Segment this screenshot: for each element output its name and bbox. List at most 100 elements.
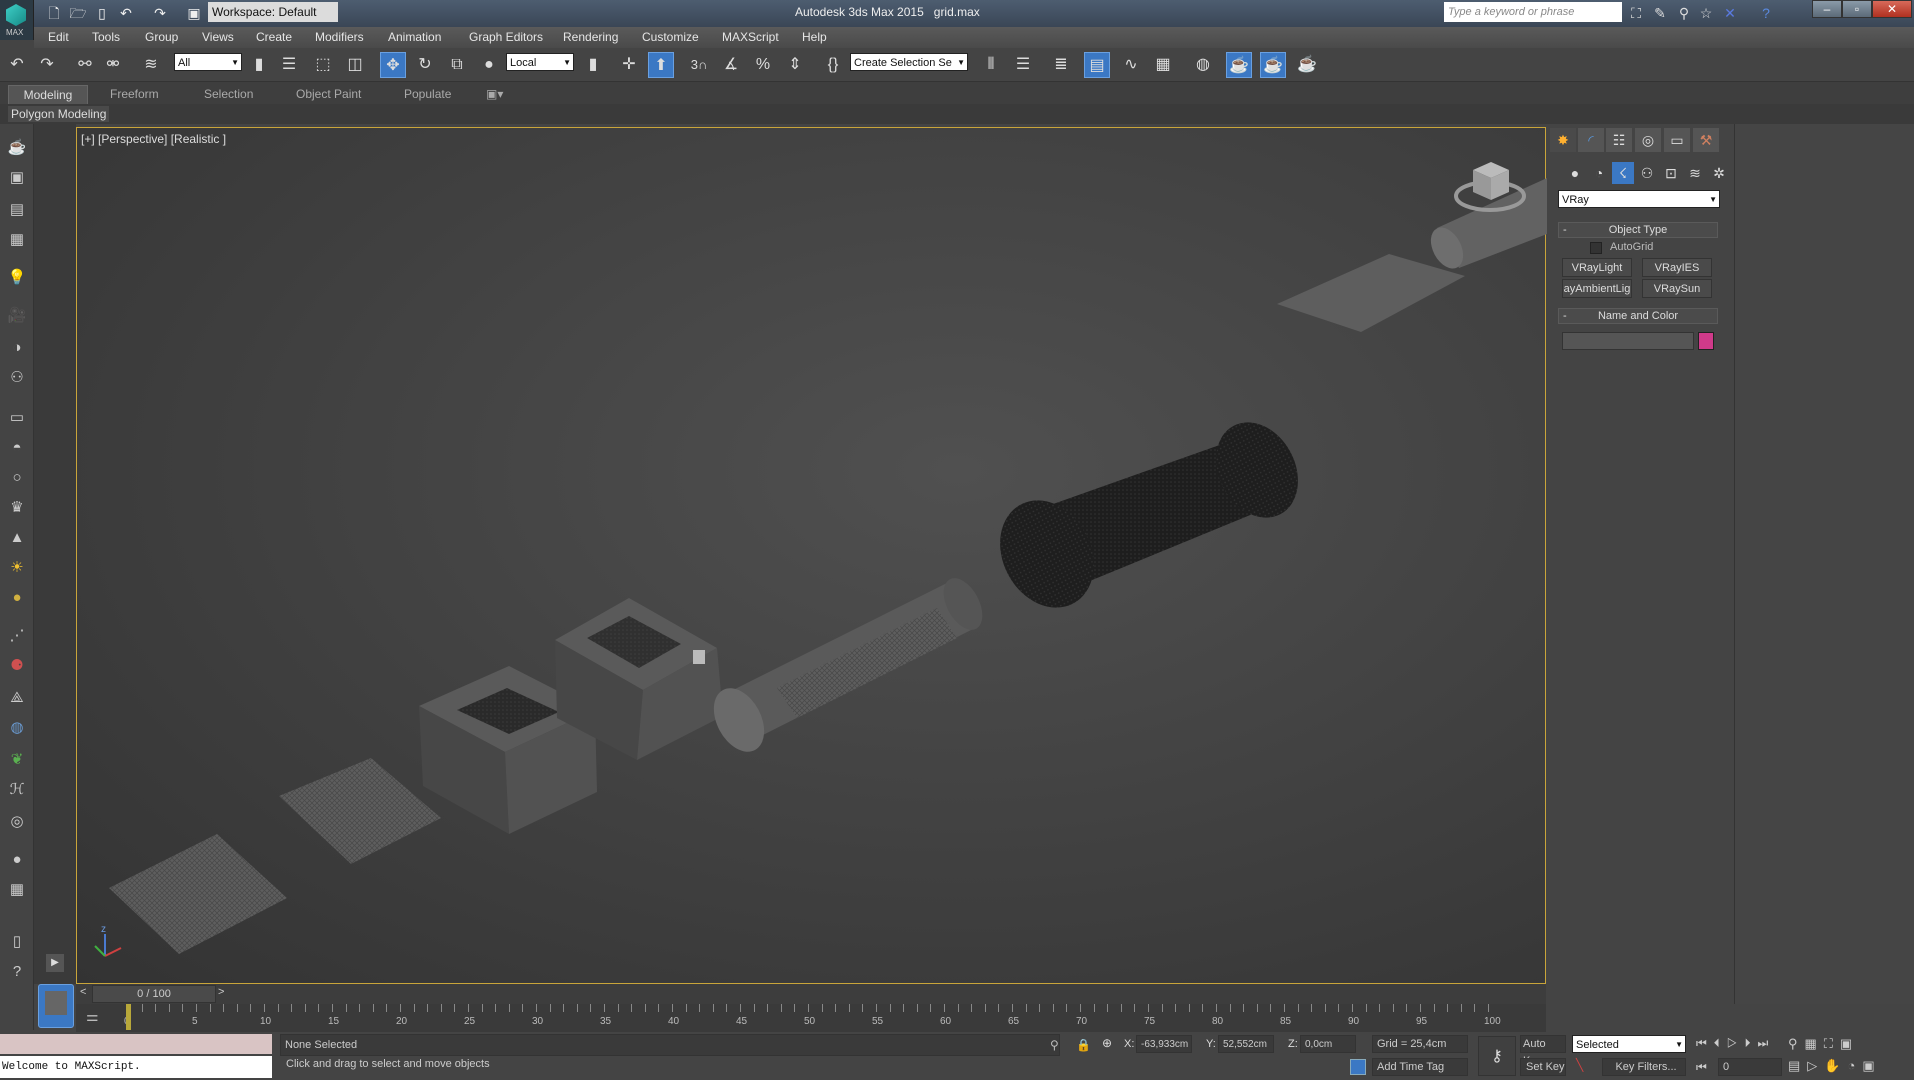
globe-icon[interactable]: ◍ xyxy=(4,716,30,740)
grid-table-icon[interactable]: ▦ xyxy=(4,228,30,252)
save-icon[interactable]: ▯ xyxy=(92,3,112,23)
sun-icon[interactable]: ☀ xyxy=(4,556,30,580)
communication-icon[interactable]: ⚲ xyxy=(1674,3,1694,23)
perspective-viewport[interactable]: [+] [Perspective] [Realistic ] z xyxy=(76,127,1547,984)
snaps-toggle-icon[interactable]: 3∩ xyxy=(686,52,712,78)
minimize-button[interactable]: – xyxy=(1812,0,1842,18)
plant-icon[interactable]: ❦ xyxy=(4,748,30,772)
add-time-tag-button[interactable]: Add Time Tag xyxy=(1372,1058,1468,1076)
menu-create[interactable]: Create xyxy=(256,30,292,44)
reference-coordinate-dropdown[interactable]: Local xyxy=(506,53,574,72)
render-production-icon[interactable]: ☕ xyxy=(1294,52,1320,78)
motion-tab-icon[interactable]: ◎ xyxy=(1635,128,1661,152)
helpers-icon[interactable]: ⊡ xyxy=(1660,162,1682,184)
lights-icon[interactable]: ☇ xyxy=(1612,162,1634,184)
sphere-light-icon[interactable]: ○ xyxy=(4,466,30,490)
viewport-navigation-controls[interactable]: ⚲▦⛶▣ xyxy=(1788,1036,1859,1052)
selection-lock-icon[interactable]: 🔒 xyxy=(1076,1038,1091,1052)
select-and-rotate-icon[interactable]: ↻ xyxy=(412,52,438,78)
menu-rendering[interactable]: Rendering xyxy=(563,30,618,44)
mini-curve-editor-toggle[interactable] xyxy=(38,984,74,1028)
cameras-icon[interactable]: ⚇ xyxy=(1636,162,1658,184)
name-color-rollout-header[interactable]: - Name and Color xyxy=(1558,308,1718,324)
keyboard-shortcut-override-icon[interactable]: ⬆ xyxy=(648,52,674,78)
exchange-x-icon[interactable]: ✕ xyxy=(1720,3,1740,23)
help-icon[interactable]: ? xyxy=(1756,3,1776,23)
vraysun-button[interactable]: VRaySun xyxy=(1642,279,1712,298)
dark-mesh-capsule[interactable] xyxy=(982,408,1314,624)
favorites-star-icon[interactable]: ☆ xyxy=(1696,3,1716,23)
menu-tools[interactable]: Tools xyxy=(92,30,120,44)
proxy-icon[interactable]: ⚈ xyxy=(4,654,30,678)
render-icon[interactable]: ▣ xyxy=(4,166,30,190)
material-editor-icon[interactable]: ◍ xyxy=(1190,52,1216,78)
plane-icon[interactable]: ▭ xyxy=(4,406,30,430)
menu-modifiers[interactable]: Modifiers xyxy=(315,30,364,44)
maxscript-listener-input[interactable] xyxy=(0,1034,272,1054)
playback-controls[interactable]: ⏮⏴▷⏵⏭ xyxy=(1696,1036,1775,1051)
geometry-icon[interactable]: ● xyxy=(1564,162,1586,184)
vrayambientlight-button[interactable]: ayAmbientLig xyxy=(1562,279,1632,298)
timeline-ruler[interactable]: 0510152025303540455055606570758085909510… xyxy=(124,1004,1501,1032)
select-and-scale-icon[interactable]: ⧉ xyxy=(444,52,470,78)
shell-icon[interactable]: ◎ xyxy=(4,810,30,834)
select-object-icon[interactable]: ▮ xyxy=(246,52,272,78)
calendar-icon[interactable]: ▦ xyxy=(4,878,30,902)
undo-quick-icon[interactable]: ↶ xyxy=(116,3,136,23)
workspace-dropdown[interactable]: Workspace: Default xyxy=(208,2,338,22)
z-coordinate-field[interactable]: 0,0cm xyxy=(1300,1035,1356,1053)
expand-arrow-icon[interactable]: ▶ xyxy=(46,954,64,972)
unlink-icon[interactable]: ⚮ xyxy=(100,52,126,78)
bind-space-warp-icon[interactable]: ≋ xyxy=(138,52,164,78)
object-color-swatch[interactable] xyxy=(1698,332,1714,350)
hierarchy-tab-icon[interactable]: ☷ xyxy=(1606,128,1632,152)
mesh-icon[interactable]: ⟁ xyxy=(4,686,30,710)
binoculars-icon[interactable]: ⛶ xyxy=(1626,3,1646,23)
clip-icon[interactable]: ▯ xyxy=(4,930,30,954)
x-coordinate-field[interactable]: -63,933cm xyxy=(1136,1035,1192,1053)
angle-snap-icon[interactable]: ∡ xyxy=(718,52,744,78)
align-icon[interactable]: ☰ xyxy=(1010,52,1036,78)
object-name-input[interactable] xyxy=(1562,332,1694,350)
hair-icon[interactable]: ℋ xyxy=(4,778,30,802)
schematic-view-icon[interactable]: ▦ xyxy=(1150,52,1176,78)
auto-key-button[interactable]: Auto Key xyxy=(1520,1035,1566,1067)
maxscript-output[interactable]: Welcome to MAXScript. xyxy=(0,1056,272,1078)
link-icon[interactable]: ⚯ xyxy=(72,52,98,78)
close-button[interactable]: ✕ xyxy=(1872,0,1912,18)
track-bar-filter-icon[interactable]: ⚌ xyxy=(86,1008,99,1025)
ies-icon[interactable]: ♛ xyxy=(4,496,30,520)
maximize-button[interactable]: ▫ xyxy=(1842,0,1872,18)
menu-edit[interactable]: Edit xyxy=(48,30,69,44)
scene-explorer-icon[interactable]: ▤ xyxy=(1084,52,1110,78)
set-key-icon[interactable]: ⚷ xyxy=(1478,1036,1516,1076)
tab-selection[interactable]: Selection xyxy=(194,85,263,104)
tab-freeform[interactable]: Freeform xyxy=(100,85,169,104)
percent-snap-icon[interactable]: % xyxy=(750,52,776,78)
redo-icon[interactable]: ↷ xyxy=(34,52,60,78)
select-by-name-icon[interactable]: ☰ xyxy=(276,52,302,78)
space-warps-icon[interactable]: ≋ xyxy=(1684,162,1706,184)
y-coordinate-field[interactable]: 52,552cm xyxy=(1218,1035,1274,1053)
layer-explorer-icon[interactable]: ≣ xyxy=(1048,52,1074,78)
teapot-icon[interactable]: ☕ xyxy=(4,136,30,160)
menu-customize[interactable]: Customize xyxy=(642,30,699,44)
time-tag-icon[interactable] xyxy=(1350,1059,1366,1075)
set-key-button[interactable]: Set Key xyxy=(1520,1058,1566,1076)
helper-icon[interactable]: ◑ xyxy=(4,336,30,360)
dome-icon[interactable]: ◓ xyxy=(4,436,30,460)
systems-icon[interactable]: ✲ xyxy=(1708,162,1730,184)
named-selection-sets-dropdown[interactable]: Create Selection Se xyxy=(850,53,968,72)
menu-maxscript[interactable]: MAXScript xyxy=(722,30,779,44)
select-and-place-icon[interactable]: ● xyxy=(476,52,502,78)
open-file-icon[interactable]: 🗁 xyxy=(68,3,88,23)
list-icon[interactable]: ▤ xyxy=(4,198,30,222)
menu-group[interactable]: Group xyxy=(145,30,178,44)
rectangular-selection-icon[interactable]: ⬚ xyxy=(310,52,336,78)
time-cursor[interactable] xyxy=(126,1004,131,1030)
grid-plane-2[interactable] xyxy=(279,758,441,864)
tab-object-paint[interactable]: Object Paint xyxy=(286,85,371,104)
new-file-icon[interactable]: 🗋 xyxy=(44,3,64,23)
spot-icon[interactable]: ▲ xyxy=(4,526,30,550)
ball-icon[interactable]: ● xyxy=(4,586,30,610)
